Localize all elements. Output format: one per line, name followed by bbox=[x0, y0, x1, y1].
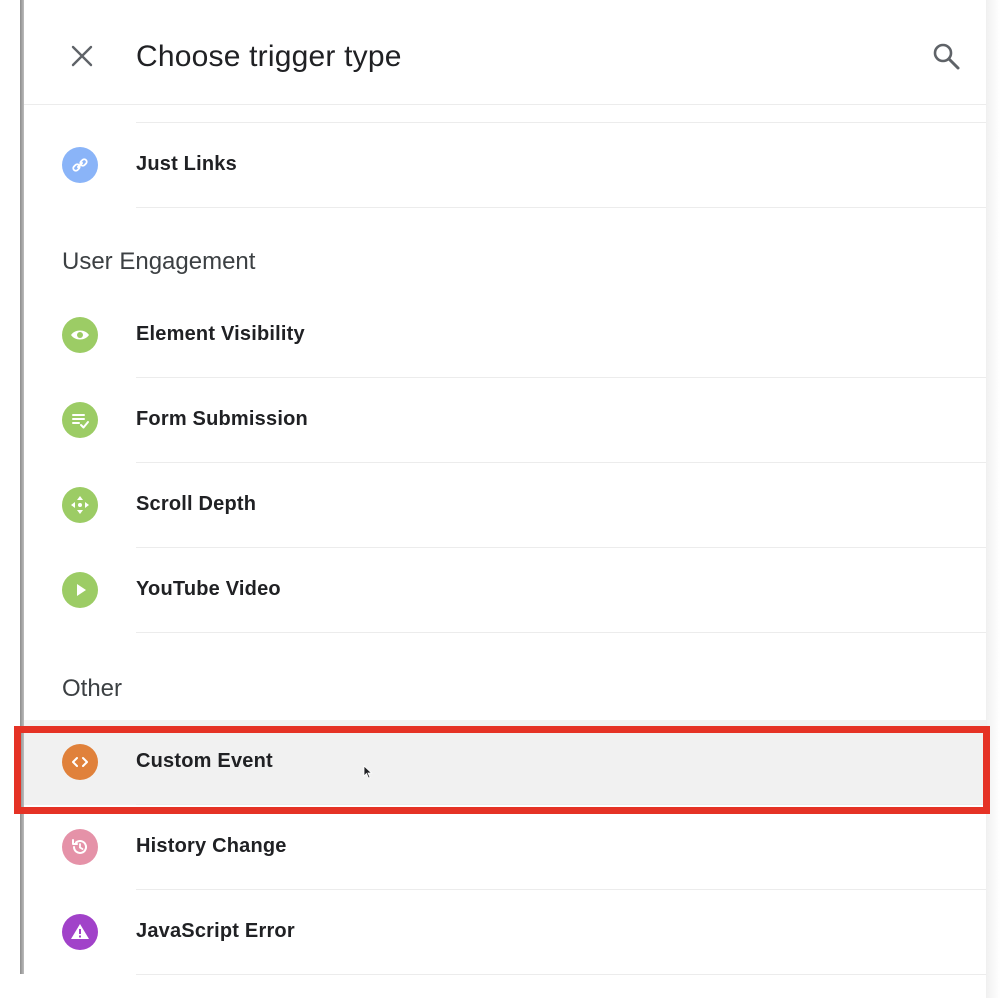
close-icon bbox=[71, 45, 93, 67]
section-heading-other: Other bbox=[62, 675, 123, 702]
trigger-item-youtube-video[interactable]: YouTube Video bbox=[24, 548, 986, 633]
divider bbox=[136, 632, 986, 633]
trigger-item-label: Form Submission bbox=[136, 408, 308, 430]
search-button[interactable] bbox=[926, 36, 966, 76]
trigger-item-label: Element Visibility bbox=[136, 323, 305, 345]
warning-icon bbox=[62, 914, 98, 950]
divider bbox=[136, 207, 986, 208]
trigger-item-label: History Change bbox=[136, 835, 287, 857]
code-icon bbox=[62, 744, 98, 780]
scroll-arrows-icon bbox=[62, 487, 98, 523]
trigger-item-label: Scroll Depth bbox=[136, 493, 257, 515]
trigger-item-custom-event[interactable]: Custom Event bbox=[24, 720, 986, 805]
link-icon bbox=[62, 147, 98, 183]
trigger-item-element-visibility[interactable]: Element Visibility bbox=[24, 293, 986, 378]
trigger-item-history-change[interactable]: History Change bbox=[24, 805, 986, 890]
play-icon bbox=[62, 572, 98, 608]
search-icon bbox=[933, 43, 960, 70]
trigger-type-panel: Choose trigger type Just Links User Enga… bbox=[24, 0, 986, 998]
page-title: Choose trigger type bbox=[136, 40, 402, 73]
trigger-item-label: Just Links bbox=[136, 153, 237, 175]
trigger-item-label: JavaScript Error bbox=[136, 920, 295, 942]
mouse-cursor-icon bbox=[363, 765, 373, 779]
trigger-item-just-links[interactable]: Just Links bbox=[24, 123, 986, 208]
trigger-item-scroll-depth[interactable]: Scroll Depth bbox=[24, 463, 986, 548]
window-right-shadow bbox=[986, 0, 1000, 998]
section-heading-user-engagement: User Engagement bbox=[62, 248, 256, 275]
trigger-item-form-submission[interactable]: Form Submission bbox=[24, 378, 986, 463]
form-check-icon bbox=[62, 402, 98, 438]
eye-icon bbox=[62, 317, 98, 353]
panel-header: Choose trigger type bbox=[24, 0, 986, 105]
history-icon bbox=[62, 829, 98, 865]
divider bbox=[136, 974, 986, 975]
trigger-item-javascript-error[interactable]: JavaScript Error bbox=[24, 890, 986, 975]
close-button[interactable] bbox=[64, 38, 100, 74]
trigger-item-label: Custom Event bbox=[136, 750, 273, 772]
trigger-item-label: YouTube Video bbox=[136, 578, 281, 600]
